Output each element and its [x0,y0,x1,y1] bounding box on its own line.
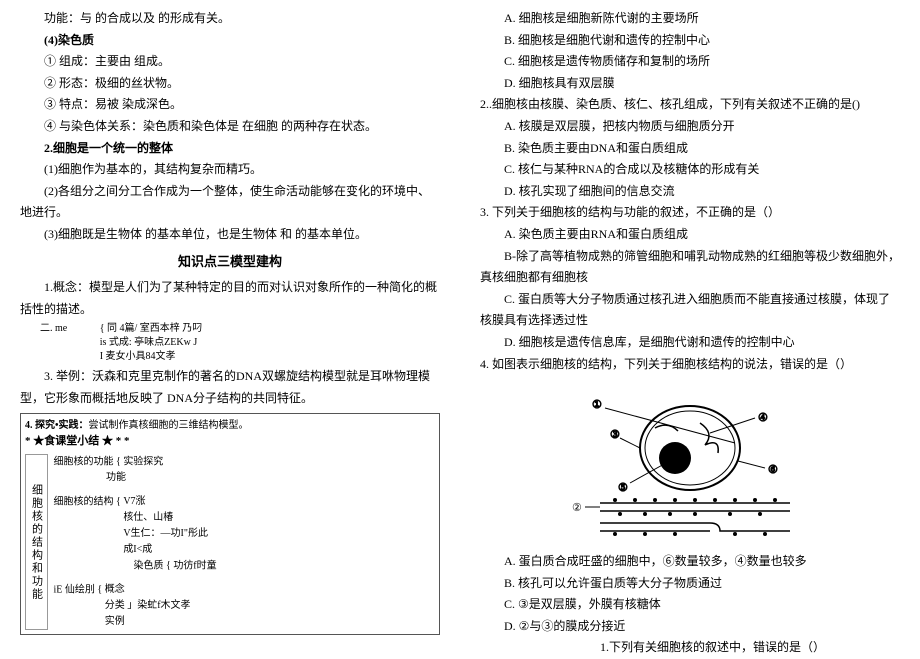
summary-header: * ★食课堂小结 ★ * * [25,433,435,450]
q2-opt-a: A. 核膜是双层膜，把核内物质与细胞质分开 [480,116,900,138]
q1-opt-a: A. 细胞核是细胞新陈代谢的主要场所 [480,8,900,30]
summary-ie-row: iE 仙绘刖 { 概念 分类 」染虻f木文孝 实例 [54,582,217,630]
summary-struct-2: 核仕、山椿 [123,510,208,526]
summary-func-label: 细胞核的功能 [54,456,114,467]
chrom-item-1: ① 组成：主要由 组成。 [20,51,440,73]
unity-item-2: (2)各组分之间分工合作成为一个整体，使生命活动能够在变化的环境中、地进行。 [20,181,440,224]
q4-stem: 4. 如图表示细胞核的结构，下列关于细胞核结构的说法，错误的是（） [480,354,900,376]
q3-opt-b: B-除了高等植物成熟的筛管细胞和哺乳动物成熟的红细胞等极少数细胞外，真核细胞都有… [480,246,900,289]
q2-opt-c: C. 核仁与某种RNA的合成以及核糖体的形成有关 [480,159,900,181]
q4-opt-a: A. 蛋白质合成旺盛的细胞中，⑥数量较多，④数量也较多 [480,551,900,573]
q4-opt-d: D. ②与③的膜成分接近 [480,616,900,638]
summary-ie-label: iE 仙绘刖 [54,585,95,596]
summary-func-2: 功能 [106,472,126,483]
label-5: ⑤ [618,482,628,494]
q3-opt-d: D. 细胞核是遗传信息库，是细胞代谢和遗传的控制中心 [480,332,900,354]
label-3: ③ [610,429,620,441]
model-me-prefix: 二. me [40,323,67,334]
model-example: 3. 举例：沃森和克里克制作的著名的DNA双螺旋结构模型就是耳咻物理模 型，它形… [20,366,440,409]
summary-struct-label: 细胞核的结构 [54,496,114,507]
unity-heading: 2.细胞是一个统一的整体 [20,138,440,160]
q3-stem: 3. 下列关于细胞核的结构与功能的叙述，不正确的是（） [480,202,900,224]
unity-item-1: (1)细胞作为基本的，其结构复杂而精巧。 [20,159,440,181]
class-summary-box: 4. 探究•实践：尝试制作真核细胞的三维结构模型。 * ★食课堂小结 ★ * *… [20,413,440,635]
summary-struct-1: V7涨 [123,494,208,510]
q1-opt-b: B. 细胞核是细胞代谢和遗传的控制中心 [480,30,900,52]
chromatin-heading: (4)染色质 [20,30,440,52]
model-concept: 1.概念：模型是人们为了某种特定的目的而对认识对象所作的一种简化的概括性的描述。 [20,277,440,320]
model-practice-prefix: 4. 探究•实践： [25,420,89,431]
model-heading: 知识点三模型建构 [20,250,440,273]
q1-opt-c: C. 细胞核是遗传物质储存和复制的场所 [480,51,900,73]
summary-main: 细胞核的功能 { 实验探究 功能 细胞核的结构 { V7涨 核仕、山椿 [54,454,217,631]
q4-opt-c: C. ③是双层膜，外膜有核糖体 [480,594,900,616]
chrom-item-3: ③ 特点：易被 染成深色。 [20,94,440,116]
model-me-line2: is 式成: 亭味点ZEKw J [100,336,203,350]
q3-opt-c: C. 蛋白质等大分子物质通过核孔进入细胞质而不能直接通过核膜，体现了 核膜具有选… [480,289,900,332]
func-line: 功能：与 的合成以及 的形成有关。 [20,8,440,30]
label-2: ② [572,502,582,514]
unity-item-3: (3)细胞既是生物体 的基本单位，也是生物体 和 的基本单位。 [20,224,440,246]
summary-func-1: 实验探究 [123,456,163,467]
summary-struct-3: V生仁：—功I"彤此 [123,526,208,542]
summary-struct-row: 细胞核的结构 { V7涨 核仕、山椿 V生仁：—功I"彤此 成I<成 [54,494,217,558]
q2-stem: 2..细胞核由核膜、染色质、核仁、核孔组成，下列有关叙述不正确的是() [480,94,900,116]
label-4: ④ [758,412,768,424]
summary-ie-3: 实例 [105,614,191,630]
nucleus-diagram: ③ ⑤ ④ ⑥ ① ② [560,383,820,543]
chrom-item-2: ② 形态：极细的丝状物。 [20,73,440,95]
label-6: ⑥ [768,464,778,476]
q4-opt-b: B. 核孔可以允许蛋白质等大分子物质通过 [480,573,900,595]
chrom-item-4: ④ 与染色体关系：染色质和染色体是 在细胞 的两种存在状态。 [20,116,440,138]
summary-ie-2: 分类 」染虻f木文孝 [105,598,191,614]
q3-opt-a: A. 染色质主要由RNA和蛋白质组成 [480,224,900,246]
label-1: ① [592,399,602,411]
model-me-block: 二. me { 同 4篇/ 室西本梓 乃叼 is 式成: 亭味点ZEKw J I… [40,322,440,364]
summary-practice-line: 4. 探究•实践：尝试制作真核细胞的三维结构模型。 [25,418,435,433]
summary-chrom-val: 功彷f时童 [173,560,216,571]
model-me-line1: { 同 4篇/ 室西本梓 乃叼 [100,322,203,336]
summary-ie-1: 概念 [105,582,191,598]
model-practice-rest: 尝试制作真核细胞的三维结构模型。 [89,420,249,431]
q2-opt-b: B. 染色质主要由DNA和蛋白质组成 [480,138,900,160]
summary-struct-4: 成I<成 [123,542,208,558]
summary-ie-val: 」染虻f木文孝 [127,600,190,611]
q1-stem: 1.下列有关细胞核的叙述中，错误的是（） [480,637,900,659]
q2-opt-d: D. 核孔实现了细胞间的信息交流 [480,181,900,203]
summary-chrom-row: 染色质 { 功彷f时童 [134,558,217,574]
summary-chrom-label: 染色质 [134,560,164,571]
summary-func-row: 细胞核的功能 { 实验探究 功能 [54,454,217,486]
model-me-line3: I 麦女小具84文孝 [100,350,203,364]
q1-opt-d: D. 细胞核具有双层膜 [480,73,900,95]
summary-vertical-title: 细胞核的结构和功能 [25,454,48,631]
